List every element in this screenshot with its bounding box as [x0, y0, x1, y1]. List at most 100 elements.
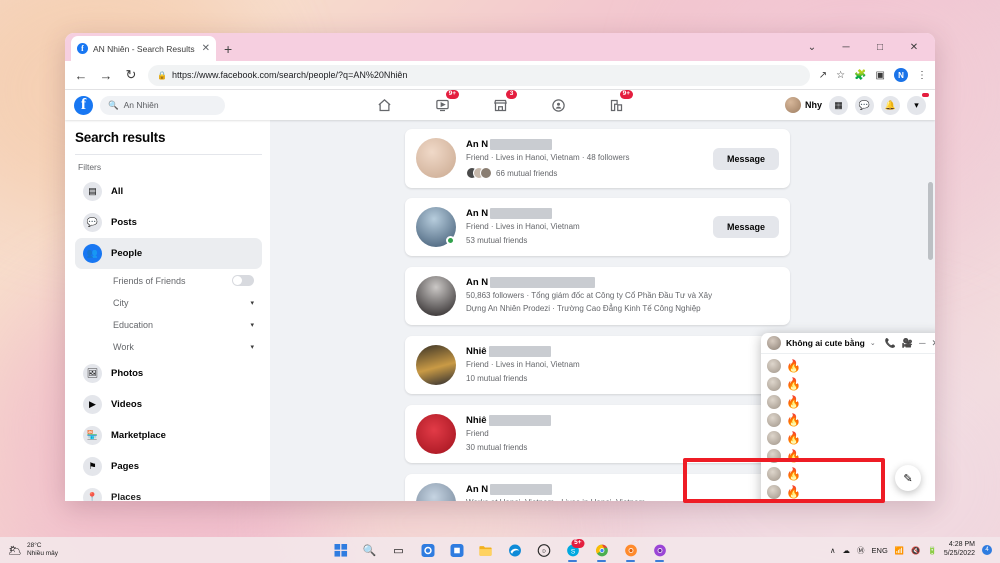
- chevron-down-icon[interactable]: ▾: [250, 299, 254, 307]
- mutual-friends-facepile: [466, 167, 492, 180]
- skype-badge: 5+: [571, 539, 585, 548]
- sidebar-item-people[interactable]: 👥 People: [75, 238, 262, 269]
- unikey-icon[interactable]: Ⓜ: [857, 545, 865, 556]
- close-window-button[interactable]: ✕: [897, 36, 931, 58]
- table-row[interactable]: An N Friend · Lives in Hanoi, Vietnam 53…: [405, 198, 790, 256]
- browser-tab-strip: f AN Nhiên - Search Results | Face ✕ + ⌄…: [65, 33, 935, 61]
- video-call-icon[interactable]: 🎥: [902, 338, 913, 349]
- cortana-icon[interactable]: [420, 542, 436, 558]
- store-icon[interactable]: [449, 542, 465, 558]
- battery-icon[interactable]: 🔋: [928, 546, 937, 555]
- running-indicator: [597, 560, 606, 562]
- facebook-user-chip[interactable]: Nhy: [784, 97, 822, 113]
- maximize-button[interactable]: □: [863, 36, 897, 58]
- volume-muted-icon[interactable]: 🔇: [911, 546, 920, 555]
- back-icon[interactable]: ←: [73, 68, 89, 83]
- nav-tab-groups[interactable]: [546, 94, 570, 116]
- sidebar-item-pages[interactable]: ⚑ Pages: [75, 451, 262, 482]
- sidebar-item-all[interactable]: ▤ All: [75, 176, 262, 207]
- facebook-logo-icon[interactable]: f: [74, 95, 93, 115]
- sidebar-item-places[interactable]: 📍 Places: [75, 482, 262, 501]
- close-icon[interactable]: ✕: [931, 338, 935, 349]
- notifications-bell-icon[interactable]: 🔔: [881, 95, 900, 115]
- taskbar-clock[interactable]: 4:28 PM 5/25/2022: [944, 541, 975, 559]
- friends-of-friends-toggle[interactable]: [232, 275, 254, 286]
- chevron-down-icon[interactable]: ⌄: [795, 36, 829, 58]
- browser-window: f AN Nhiên - Search Results | Face ✕ + ⌄…: [65, 33, 935, 501]
- table-row[interactable]: Nhiê Friend 30 mutual friends: [405, 405, 790, 463]
- forward-icon[interactable]: →: [98, 68, 114, 83]
- subfilter-friends-of-friends[interactable]: Friends of Friends: [75, 269, 262, 292]
- table-row[interactable]: An N Works at Hanoi, Vietnam · Lives in …: [405, 474, 790, 501]
- avatar: [416, 276, 456, 316]
- taskbar-weather-widget[interactable]: 🌥 28°C Nhiều mây: [8, 542, 58, 558]
- chrome-icon-1[interactable]: [594, 542, 610, 562]
- wifi-icon[interactable]: 📶: [895, 546, 904, 555]
- dell-icon[interactable]: D: [536, 542, 552, 558]
- messenger-icon[interactable]: 💬: [855, 95, 874, 115]
- browser-profile-avatar[interactable]: N: [894, 68, 908, 82]
- subfilter-city[interactable]: City ▾: [75, 292, 262, 314]
- scrollbar-thumb[interactable]: [928, 182, 933, 260]
- account-chevron-icon[interactable]: ▾: [907, 92, 929, 115]
- close-icon[interactable]: ✕: [202, 43, 210, 54]
- chrome-icon-3[interactable]: [652, 542, 668, 562]
- chevron-down-icon[interactable]: ⌄: [870, 339, 876, 347]
- nav-tab-home[interactable]: [372, 94, 396, 116]
- compose-message-button[interactable]: ✎: [895, 465, 921, 491]
- edge-icon[interactable]: [507, 542, 523, 558]
- reload-icon[interactable]: ↻: [123, 67, 139, 83]
- message-text: 🔥: [786, 431, 801, 445]
- taskbar-tray: ∧ ☁ Ⓜ ENG 📶 🔇 🔋 4:28 PM 5/25/2022 4: [830, 541, 992, 559]
- onedrive-icon[interactable]: ☁: [843, 546, 851, 555]
- menu-grid-icon[interactable]: ▦: [829, 95, 848, 115]
- new-tab-button[interactable]: +: [224, 41, 232, 57]
- task-view-icon[interactable]: ▭: [391, 542, 407, 558]
- browser-tab[interactable]: f AN Nhiên - Search Results | Face ✕: [71, 36, 216, 61]
- avatar: [767, 431, 781, 445]
- start-windows-icon[interactable]: [333, 542, 349, 558]
- search-filters-sidebar: Search results Filters ▤ All 💬 Posts 👥 P…: [65, 120, 270, 501]
- chevron-down-icon[interactable]: ▾: [250, 343, 254, 351]
- search-icon[interactable]: 🔍: [362, 542, 378, 558]
- mutual-friends-count: 30 mutual friends: [466, 443, 528, 453]
- message-button[interactable]: Message: [712, 216, 779, 238]
- avatar: [416, 207, 456, 247]
- minimize-icon[interactable]: ─: [919, 338, 925, 348]
- nav-tab-gaming[interactable]: 9+: [604, 90, 633, 116]
- notification-center-badge[interactable]: 4: [982, 545, 992, 555]
- language-indicator[interactable]: ENG: [872, 546, 888, 555]
- subfilter-work[interactable]: Work ▾: [75, 336, 262, 358]
- minimize-button[interactable]: ─: [829, 36, 863, 58]
- message-button[interactable]: Message: [712, 147, 779, 170]
- chat-header: Không ai cute bằng ⌄ 📞 🎥 ─ ✕: [761, 333, 935, 354]
- nav-tab-marketplace[interactable]: 3: [488, 90, 517, 116]
- tray-chevron-icon[interactable]: ∧: [830, 546, 836, 555]
- table-row[interactable]: An N 50,863 followers · Tổng giám đốc at…: [405, 267, 790, 325]
- chat-thread-name[interactable]: Không ai cute bằng: [786, 338, 865, 348]
- share-icon[interactable]: ↗: [819, 70, 827, 81]
- result-name: Nhiê: [466, 346, 487, 357]
- message-text: 🔥: [786, 449, 801, 463]
- chrome-icon-2[interactable]: [623, 542, 639, 562]
- avatar: [416, 483, 456, 501]
- bookmark-star-icon[interactable]: ☆: [836, 70, 845, 81]
- sidebar-item-posts[interactable]: 💬 Posts: [75, 207, 262, 238]
- sidebar-item-marketplace[interactable]: 🏪 Marketplace: [75, 420, 262, 451]
- facebook-search-input[interactable]: 🔍 An Nhiên: [100, 95, 225, 115]
- skype-icon[interactable]: S 5+: [565, 539, 585, 562]
- chrome-menu-icon[interactable]: ⋮: [917, 70, 927, 81]
- sidebar-item-photos[interactable]: 🖼 Photos: [75, 358, 262, 389]
- table-row[interactable]: Nhiê Friend · Lives in Hanoi, Vietnam 10…: [405, 336, 790, 394]
- sidepanel-icon[interactable]: ▣: [876, 70, 885, 81]
- address-bar[interactable]: 🔒 https://www.facebook.com/search/people…: [148, 64, 810, 86]
- extensions-puzzle-icon[interactable]: 🧩: [854, 70, 866, 81]
- online-indicator: [446, 236, 455, 245]
- call-icon[interactable]: 📞: [885, 338, 896, 349]
- file-explorer-icon[interactable]: [478, 542, 494, 558]
- table-row[interactable]: An N Friend · Lives in Hanoi, Vietnam · …: [405, 129, 790, 189]
- chevron-down-icon[interactable]: ▾: [250, 321, 254, 329]
- subfilter-education[interactable]: Education ▾: [75, 314, 262, 336]
- nav-tab-watch[interactable]: 9+: [430, 90, 459, 116]
- sidebar-item-videos[interactable]: ▶ Videos: [75, 389, 262, 420]
